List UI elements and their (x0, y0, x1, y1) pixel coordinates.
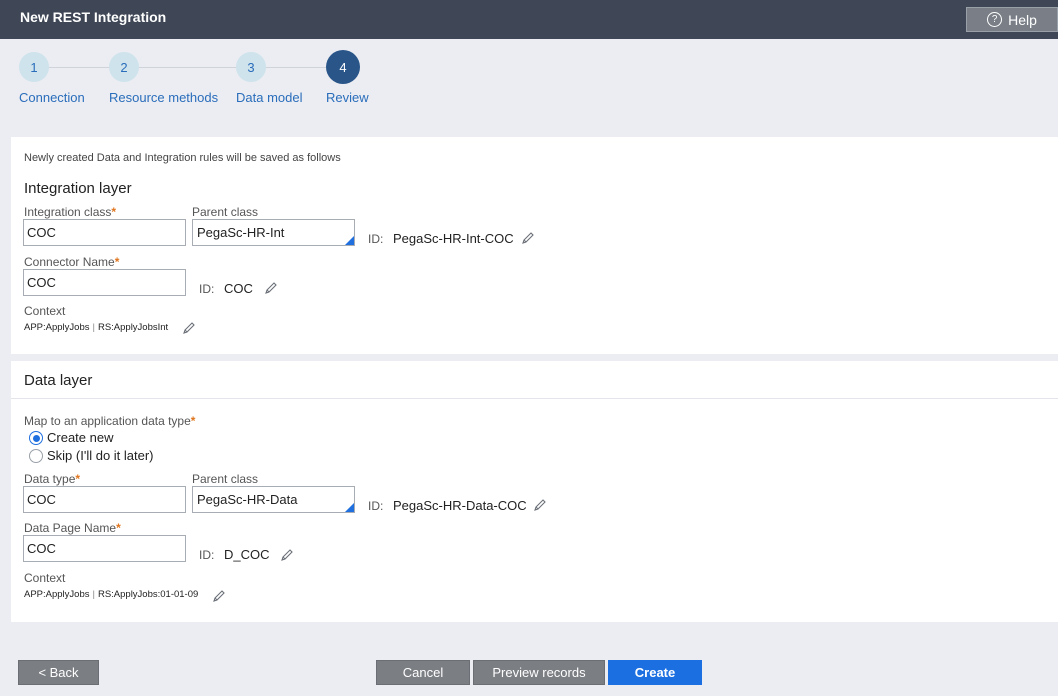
data-parent-class-value: PegaSc-HR-Data (197, 492, 298, 507)
question-circle-icon: ? (987, 12, 1003, 27)
data-layer-title: Data layer (24, 372, 93, 389)
edit-pencil-icon[interactable] (182, 321, 196, 335)
connector-id-value: COC (224, 281, 253, 296)
step-3-badge[interactable]: 3 (236, 52, 266, 82)
map-data-type-label: Map to an application data type* (24, 414, 196, 428)
step-connector (139, 67, 237, 68)
preview-records-button[interactable]: Preview records (473, 660, 605, 685)
step-connector (48, 67, 110, 68)
dropdown-corner-icon (345, 236, 354, 245)
create-button[interactable]: Create (608, 660, 702, 685)
top-bar: New REST Integration ? Help (0, 0, 1058, 39)
connector-id-label: ID: (199, 282, 215, 296)
step-connector (266, 67, 326, 68)
step-label-connection[interactable]: Connection (19, 90, 85, 105)
data-page-id-label: ID: (199, 548, 215, 562)
context-separator: | (92, 589, 95, 600)
integration-class-input[interactable]: COC (23, 219, 186, 246)
required-marker: * (116, 521, 121, 535)
step-label-resource-methods[interactable]: Resource methods (109, 90, 218, 105)
edit-pencil-icon[interactable] (533, 498, 547, 512)
data-parent-class-select[interactable]: PegaSc-HR-Data (192, 486, 355, 513)
data-context-value: APP:ApplyJobs | RS:ApplyJobs:01-01-09 (24, 589, 198, 600)
divider (11, 398, 1058, 399)
data-id-value: PegaSc-HR-Data-COC (393, 498, 527, 513)
integration-id-label: ID: (368, 232, 384, 246)
data-page-name-input[interactable]: COC (23, 535, 186, 562)
edit-pencil-icon[interactable] (521, 231, 535, 245)
create-new-label[interactable]: Create new (47, 430, 113, 445)
step-label-review[interactable]: Review (326, 90, 369, 105)
integration-parent-class-value: PegaSc-HR-Int (197, 225, 285, 240)
data-context-label: Context (24, 571, 66, 585)
context-app: APP:ApplyJobs (24, 322, 90, 333)
integration-parent-class-select[interactable]: PegaSc-HR-Int (192, 219, 355, 246)
create-new-radio[interactable] (29, 431, 43, 445)
data-id-label: ID: (368, 499, 384, 513)
data-page-id-value: D_COC (224, 547, 270, 562)
skip-radio[interactable] (29, 449, 43, 463)
context-app: APP:ApplyJobs (24, 589, 90, 600)
integration-context-value: APP:ApplyJobs | RS:ApplyJobsInt (24, 322, 168, 333)
skip-label[interactable]: Skip (I'll do it later) (47, 448, 154, 463)
help-label: Help (1008, 11, 1037, 28)
required-marker: * (75, 472, 81, 486)
connector-name-label: Connector Name* (24, 255, 120, 269)
required-marker: * (190, 414, 196, 428)
integration-context-label: Context (24, 304, 66, 318)
edit-pencil-icon[interactable] (212, 589, 226, 603)
required-marker: * (111, 205, 117, 219)
step-4-badge[interactable]: 4 (326, 50, 360, 84)
step-label-data-model[interactable]: Data model (236, 90, 302, 105)
edit-pencil-icon[interactable] (264, 281, 278, 295)
required-marker: * (114, 255, 120, 269)
data-type-label: Data type* (24, 472, 81, 486)
data-type-input[interactable]: COC (23, 486, 186, 513)
data-parent-class-label: Parent class (192, 472, 259, 486)
context-separator: | (92, 322, 95, 333)
context-rs: RS:ApplyJobs:01-01-09 (97, 589, 199, 600)
integration-class-label: Integration class* (24, 205, 117, 219)
edit-pencil-icon[interactable] (280, 548, 294, 562)
save-note: Newly created Data and Integration rules… (24, 152, 341, 164)
back-button[interactable]: < Back (18, 660, 99, 685)
integration-layer-title: Integration layer (24, 180, 132, 197)
help-button[interactable]: ? Help (966, 7, 1058, 32)
dropdown-corner-icon (345, 503, 354, 512)
step-2-badge[interactable]: 2 (109, 52, 139, 82)
connector-name-input[interactable]: COC (23, 269, 186, 296)
integration-id-value: PegaSc-HR-Int-COC (393, 231, 514, 246)
step-1-badge[interactable]: 1 (19, 52, 49, 82)
page-title: New REST Integration (20, 9, 167, 25)
data-page-name-label: Data Page Name* (24, 521, 121, 535)
integration-parent-class-label: Parent class (192, 205, 259, 219)
cancel-button[interactable]: Cancel (376, 660, 470, 685)
context-rs: RS:ApplyJobsInt (97, 322, 169, 333)
